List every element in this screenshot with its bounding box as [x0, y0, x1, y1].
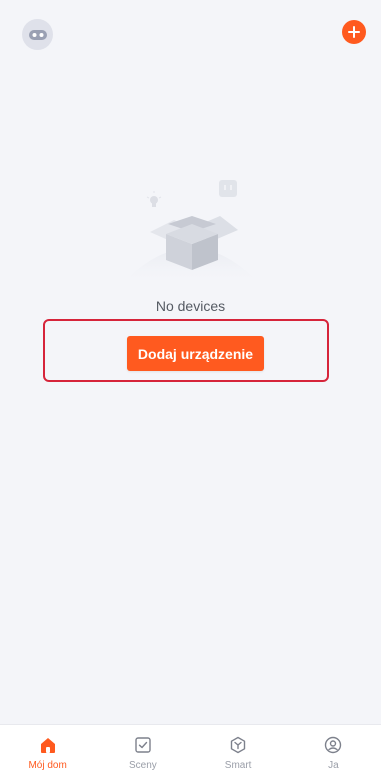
- app-screen: No devices Dodaj urządzenie Mój dom Scen…: [0, 0, 381, 777]
- home-icon: [38, 735, 58, 755]
- scenes-icon: [133, 735, 153, 755]
- nav-item-me[interactable]: Ja: [286, 725, 381, 777]
- nav-label-scenes: Sceny: [128, 760, 157, 771]
- empty-state-message: No devices: [155, 298, 226, 314]
- nav-item-my-home[interactable]: Mój dom: [0, 725, 95, 777]
- empty-box-illustration: [122, 180, 260, 284]
- plus-icon: [348, 26, 360, 38]
- smart-icon: [228, 735, 248, 755]
- avatar-icon: [28, 29, 47, 40]
- nav-label-me: Ja: [328, 760, 339, 771]
- socket-icon: [219, 180, 237, 197]
- nav-item-scenes[interactable]: Sceny: [95, 725, 190, 777]
- add-device-button[interactable]: Dodaj urządzenie: [127, 336, 264, 371]
- profile-icon: [323, 735, 343, 755]
- nav-item-smart[interactable]: Smart: [191, 725, 286, 777]
- nav-label-smart: Smart: [224, 760, 252, 771]
- avatar[interactable]: [22, 19, 53, 50]
- bulb-icon: [146, 191, 162, 207]
- nav-label-my-home: Mój dom: [28, 760, 67, 771]
- bottom-navigation: Mój dom Sceny Smart Ja: [0, 724, 381, 777]
- add-button[interactable]: [342, 20, 366, 44]
